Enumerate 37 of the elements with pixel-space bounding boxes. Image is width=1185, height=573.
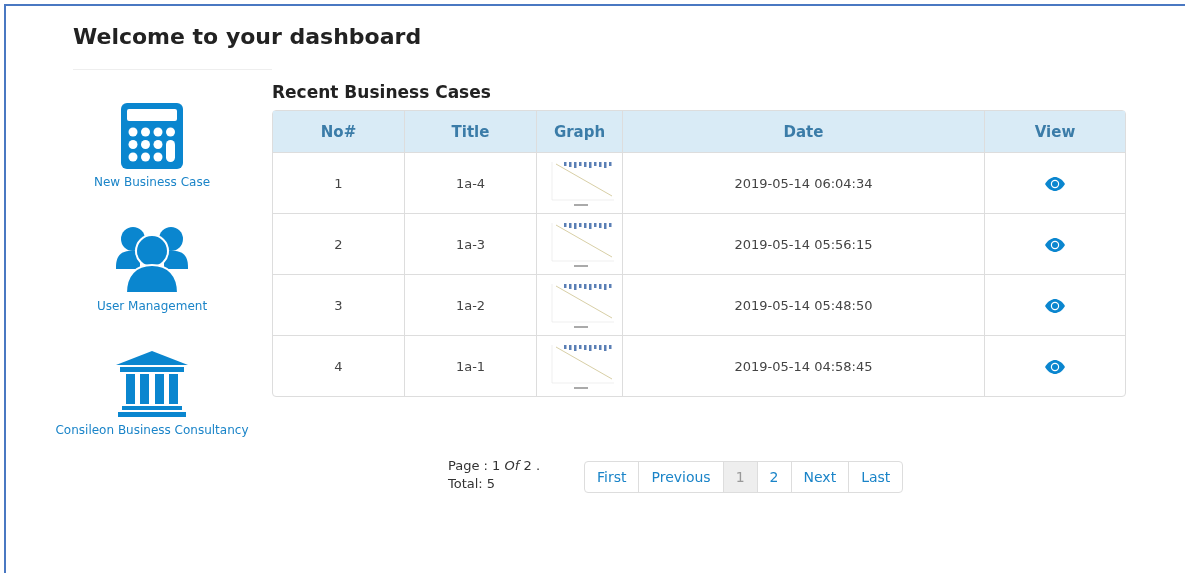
calculator-icon <box>121 103 183 169</box>
column-header: Date <box>622 111 984 152</box>
column-header: Title <box>404 111 536 152</box>
eye-icon[interactable] <box>1045 359 1065 374</box>
table-cell: 1a-2 <box>404 274 536 335</box>
pagination-link[interactable]: 1 <box>722 462 757 492</box>
pagination-link[interactable]: Last <box>848 462 903 492</box>
pagination-link[interactable]: First <box>585 462 639 492</box>
pagination-link[interactable]: Previous <box>638 462 723 492</box>
table-cell: 2019-05-14 05:56:15 <box>622 213 984 274</box>
table-cell: 1a-1 <box>404 335 536 396</box>
sidebar-link[interactable]: Consileon Business Consultancy <box>55 351 249 437</box>
table-cell: 2019-05-14 04:58:45 <box>622 335 984 396</box>
column-header: View <box>984 111 1125 152</box>
eye-icon[interactable] <box>1045 237 1065 252</box>
table-cell: 2 <box>273 213 404 274</box>
page-info: Page : 1 Of 2 . <box>448 457 540 475</box>
users-icon <box>116 227 188 293</box>
sidebar-link[interactable]: New Business Case <box>93 103 211 189</box>
pagination-link[interactable]: 2 <box>756 462 791 492</box>
total-count: Total: 5 <box>448 475 497 493</box>
section-title: Recent Business Cases <box>272 82 492 102</box>
eye-icon[interactable] <box>1045 176 1065 191</box>
eye-icon[interactable] <box>1045 298 1065 313</box>
pagination-link[interactable]: Next <box>790 462 849 492</box>
table-cell: 2019-05-14 06:04:34 <box>622 152 984 213</box>
table-cell: 1a-3 <box>404 213 536 274</box>
bank-icon <box>116 351 188 417</box>
table-cell: 1a-4 <box>404 152 536 213</box>
sidebar-link[interactable]: User Management <box>96 227 208 313</box>
table-cell: 4 <box>273 335 404 396</box>
column-header: Graph <box>536 111 622 152</box>
table-cell: 1 <box>273 152 404 213</box>
column-header: No# <box>273 111 404 152</box>
page-title: Welcome to your dashboard <box>73 24 422 49</box>
table-cell: 3 <box>273 274 404 335</box>
table-cell: 2019-05-14 05:48:50 <box>622 274 984 335</box>
